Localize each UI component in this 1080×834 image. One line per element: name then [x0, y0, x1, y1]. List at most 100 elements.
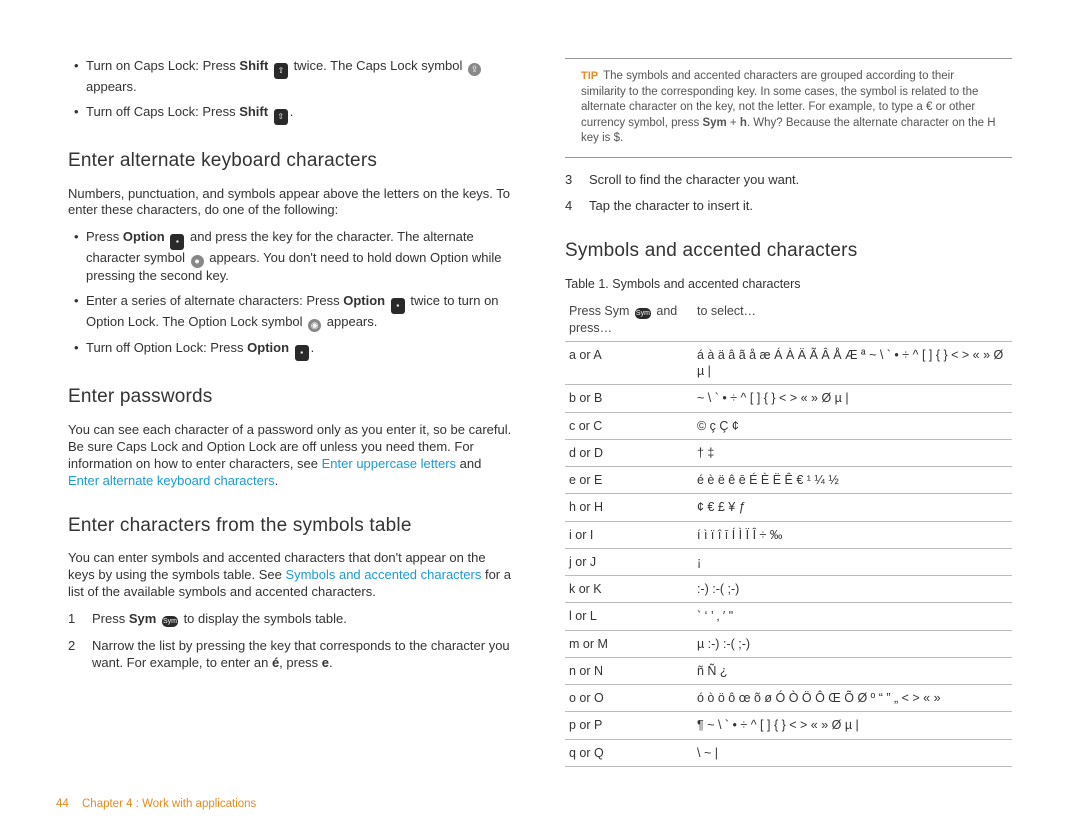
table-row: o or Oó ò ö ô œ õ ø Ó Ò Ö Ô Œ Õ Ø º “ ” …: [565, 685, 1012, 712]
table-cell-key: p or P: [565, 712, 693, 739]
table-cell-value: © ç Ç ¢: [693, 412, 1012, 439]
two-column-layout: Turn on Caps Lock: Press Shift ⇧ twice. …: [68, 58, 1012, 778]
option-press-bullet: Press Option ▪ and press the key for the…: [68, 229, 515, 285]
heading-passwords: Enter passwords: [68, 385, 515, 410]
table-row: h or H¢ € £ ¥ ƒ: [565, 494, 1012, 521]
caps-lock-symbol-icon: ⇪: [468, 63, 481, 76]
text: Press Sym: [569, 304, 633, 318]
text: Press: [86, 229, 123, 244]
paragraph: Numbers, punctuation, and symbols appear…: [68, 186, 515, 220]
step-text: Narrow the list by pressing the key that…: [92, 638, 515, 672]
table-cell-value: :-) :-( ;-): [693, 576, 1012, 603]
page-footer: 44 Chapter 4 : Work with applications: [56, 798, 256, 810]
link-enter-alt-chars[interactable]: Enter alternate keyboard characters: [68, 473, 275, 488]
text: , press: [279, 655, 322, 670]
table-cell-key: j or J: [565, 548, 693, 575]
table-cell-value: ~ \ ` • ÷ ^ [ ] { } < > « » Ø µ |: [693, 385, 1012, 412]
link-symbols-accented[interactable]: Symbols and accented characters: [286, 567, 482, 582]
heading-symbols-accented: Symbols and accented characters: [565, 239, 1012, 264]
table-cell-value: é è ë ê ē É È Ë Ê € ¹ ¼ ½: [693, 467, 1012, 494]
tip-box: TIP The symbols and accented characters …: [565, 58, 1012, 158]
table-caption: Table 1. Symbols and accented characters: [565, 276, 1012, 292]
step-number: 1: [68, 611, 78, 628]
text: appears.: [327, 314, 378, 329]
table-cell-value: ` ‘ ’ ‚ ′ ": [693, 603, 1012, 630]
table-cell-key: a or A: [565, 341, 693, 385]
table-cell-value: ñ Ñ ¿: [693, 657, 1012, 684]
period: .: [275, 473, 279, 488]
symbols-table: Press Sym Sym and press… to select… a or…: [565, 298, 1012, 767]
table-cell-key: n or N: [565, 657, 693, 684]
table-cell-key: c or C: [565, 412, 693, 439]
tip-label: TIP: [581, 70, 598, 82]
text: and: [456, 456, 481, 471]
table-cell-value: µ :-) :-( ;-): [693, 630, 1012, 657]
period: .: [311, 340, 315, 355]
right-column: TIP The symbols and accented characters …: [565, 58, 1012, 778]
option-key-icon: ▪: [170, 234, 184, 250]
step-number: 4: [565, 198, 575, 215]
caps-off-bullet: Turn off Caps Lock: Press Shift ⇧.: [68, 104, 515, 125]
text: Turn on Caps Lock: Press: [86, 58, 239, 73]
page-number: 44: [56, 798, 69, 810]
bold-shift: Shift: [239, 104, 268, 119]
bold-sym: Sym: [129, 611, 156, 626]
period: .: [329, 655, 333, 670]
table-cell-value: í ì ï î ī Í Ì Ï Î ÷ ‰: [693, 521, 1012, 548]
table-cell-value: \ ~ |: [693, 739, 1012, 766]
shift-key-icon: ⇧: [274, 109, 288, 125]
step-4: 4 Tap the character to insert it.: [565, 198, 1012, 215]
chapter-label: Chapter 4 : Work with applications: [82, 798, 256, 810]
step-number: 2: [68, 638, 78, 672]
table-row: m or Mµ :-) :-( ;-): [565, 630, 1012, 657]
sym-key-icon: Sym: [162, 616, 178, 627]
table-row: q or Q\ ~ |: [565, 739, 1012, 766]
step-text: Scroll to find the character you want.: [589, 172, 799, 189]
text: to display the symbols table.: [184, 611, 347, 626]
option-key-icon: ▪: [295, 345, 309, 361]
bold-sym: Sym: [702, 117, 726, 129]
text: Turn off Option Lock: Press: [86, 340, 247, 355]
table-row: a or Aá à ä â ã å æ Á À Ä Ã Â Å Æ ª ~ \ …: [565, 341, 1012, 385]
bold-shift: Shift: [239, 58, 268, 73]
text: twice. The Caps Lock symbol: [294, 58, 466, 73]
table-row: n or Nñ Ñ ¿: [565, 657, 1012, 684]
table-row: i or Ií ì ï î ī Í Ì Ï Î ÷ ‰: [565, 521, 1012, 548]
table-row: c or C© ç Ç ¢: [565, 412, 1012, 439]
left-column: Turn on Caps Lock: Press Shift ⇧ twice. …: [68, 58, 515, 778]
step-2: 2 Narrow the list by pressing the key th…: [68, 638, 515, 672]
table-row: l or L` ‘ ’ ‚ ′ ": [565, 603, 1012, 630]
bold-option: Option: [247, 340, 289, 355]
bold-option: Option: [343, 293, 385, 308]
step-number: 3: [565, 172, 575, 189]
text: Enter a series of alternate characters: …: [86, 293, 343, 308]
step-3: 3 Scroll to find the character you want.: [565, 172, 1012, 189]
option-key-icon: ▪: [391, 298, 405, 314]
table-cell-key: b or B: [565, 385, 693, 412]
table-cell-value: ¡: [693, 548, 1012, 575]
manual-page: Turn on Caps Lock: Press Shift ⇧ twice. …: [0, 0, 1080, 834]
table-header-select: to select…: [693, 298, 1012, 341]
table-cell-key: m or M: [565, 630, 693, 657]
period: .: [290, 104, 294, 119]
table-row: j or J¡: [565, 548, 1012, 575]
step-text: Tap the character to insert it.: [589, 198, 753, 215]
bold-option: Option: [123, 229, 165, 244]
bold-h: h: [740, 117, 747, 129]
heading-alt-chars: Enter alternate keyboard characters: [68, 149, 515, 174]
table-row: e or Eé è ë ê ē É È Ë Ê € ¹ ¼ ½: [565, 467, 1012, 494]
step-text: Press Sym Sym to display the symbols tab…: [92, 611, 347, 628]
heading-symbols-table: Enter characters from the symbols table: [68, 514, 515, 539]
link-enter-uppercase[interactable]: Enter uppercase letters: [322, 456, 456, 471]
option-lock-off-bullet: Turn off Option Lock: Press Option ▪.: [68, 340, 515, 361]
table-header-keypress: Press Sym Sym and press…: [565, 298, 693, 341]
table-cell-key: o or O: [565, 685, 693, 712]
step-1: 1 Press Sym Sym to display the symbols t…: [68, 611, 515, 628]
table-cell-value: ¶ ~ \ ` • ÷ ^ [ ] { } < > « » Ø µ |: [693, 712, 1012, 739]
option-lock-symbol-icon: ◉: [308, 319, 321, 332]
caps-on-bullet: Turn on Caps Lock: Press Shift ⇧ twice. …: [68, 58, 515, 96]
table-cell-key: l or L: [565, 603, 693, 630]
paragraph: You can see each character of a password…: [68, 422, 515, 490]
table-cell-key: i or I: [565, 521, 693, 548]
bold-e: e: [322, 655, 329, 670]
